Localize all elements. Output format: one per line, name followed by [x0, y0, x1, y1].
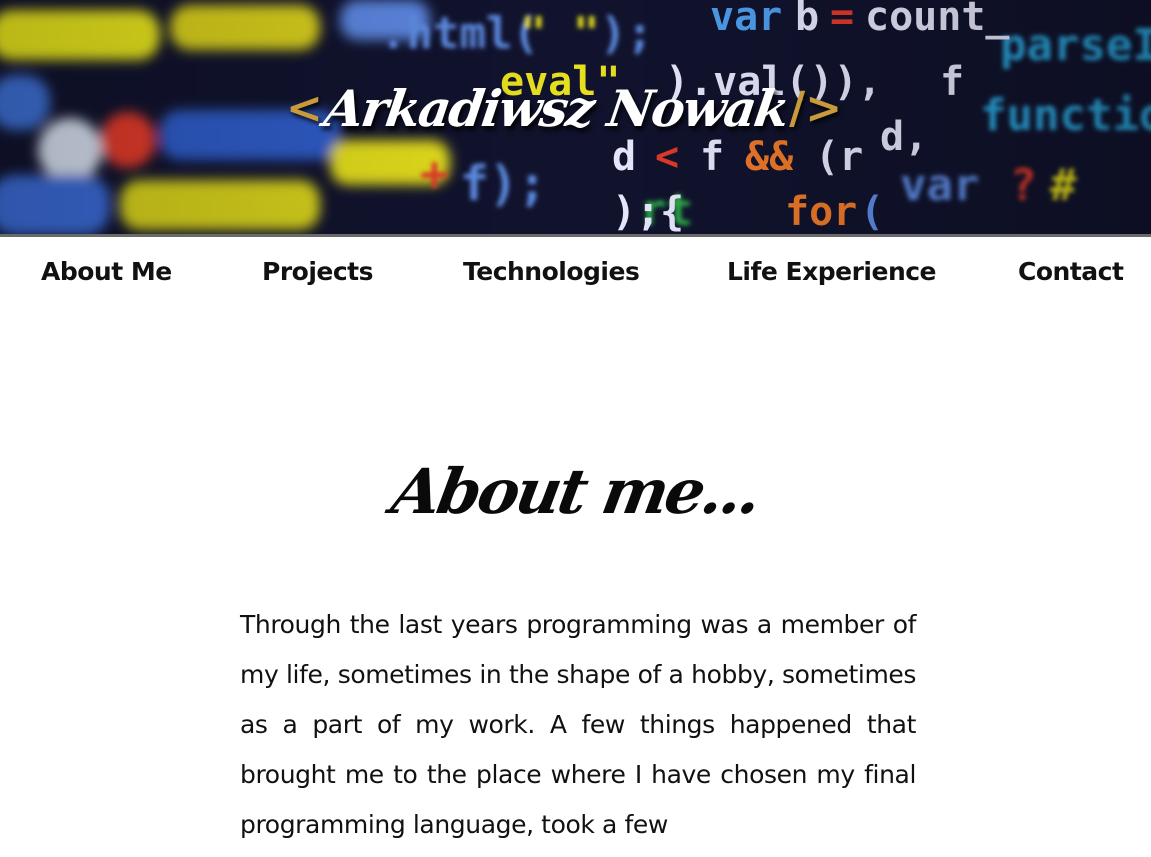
nav-contact[interactable]: Contact: [1018, 257, 1124, 286]
about-section-title: About me...: [386, 455, 765, 528]
about-paragraph: Through the last years programming was a…: [240, 610, 916, 839]
logo-open-bracket: <: [286, 82, 323, 134]
page: .html( " " ); + f); rt var ? # function …: [0, 0, 1151, 857]
nav-life-experience[interactable]: Life Experience: [727, 257, 937, 286]
nav-about-me[interactable]: About Me: [41, 257, 172, 286]
nav-technologies[interactable]: Technologies: [463, 257, 640, 286]
main-navigation: About Me Projects Technologies Life Expe…: [0, 237, 1151, 311]
nav-projects[interactable]: Projects: [262, 257, 374, 286]
logo-name: Arkadiwsz Nowak: [320, 78, 792, 138]
site-logo[interactable]: < Arkadiwsz Nowak />: [286, 66, 886, 150]
hero-banner: .html( " " ); + f); rt var ? # function …: [0, 0, 1151, 234]
logo-close-bracket: />: [789, 82, 843, 134]
